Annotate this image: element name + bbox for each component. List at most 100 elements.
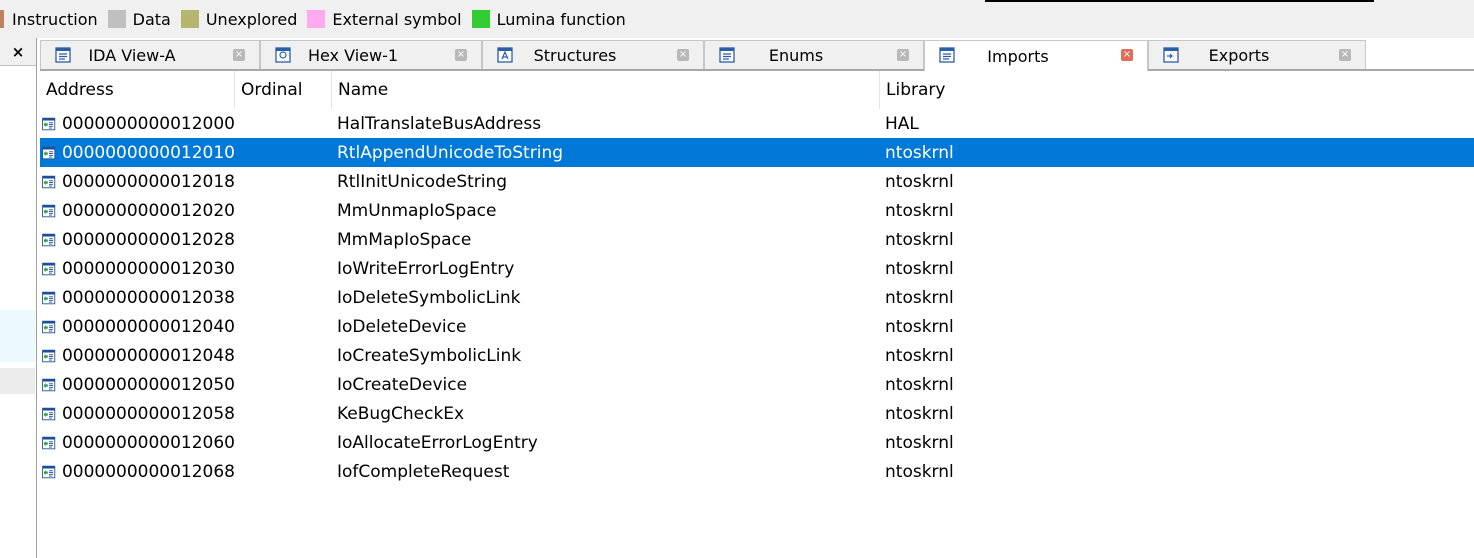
legend-label: External symbol bbox=[332, 9, 462, 29]
legend-item: Data bbox=[107, 9, 171, 29]
library-cell: ntoskrnl bbox=[885, 258, 954, 279]
table-header: Address Ordinal Name Library bbox=[40, 71, 1474, 109]
address-cell: 0000000000012018 bbox=[40, 170, 235, 194]
address-cell: 0000000000012048 bbox=[40, 344, 235, 368]
import-function-icon bbox=[42, 175, 56, 188]
name-cell: IofCompleteRequest bbox=[337, 461, 510, 482]
import-function-icon bbox=[42, 233, 56, 246]
name-cell: IoCreateSymbolicLink bbox=[337, 345, 522, 366]
tab-label: Enums bbox=[768, 45, 824, 65]
tab-bar: IDA View-A × Hex View-1 × Structures × Enums × I… bbox=[40, 40, 1474, 71]
address-text: 0000000000012058 bbox=[61, 403, 235, 424]
legend-item: Unexplored bbox=[180, 9, 298, 29]
legend-bar: Instruction Data Unexplored External symbol… bbox=[0, 0, 1474, 38]
import-function-icon bbox=[42, 146, 56, 159]
address-text: 0000000000012018 bbox=[61, 171, 235, 192]
library-cell: ntoskrnl bbox=[885, 345, 954, 366]
library-cell: HAL bbox=[885, 113, 919, 134]
address-text: 0000000000012050 bbox=[61, 374, 235, 395]
left-panel-selection bbox=[0, 368, 35, 394]
address-text: 0000000000012048 bbox=[61, 345, 235, 366]
address-text: 0000000000012030 bbox=[61, 258, 235, 279]
legend-swatch bbox=[307, 10, 326, 28]
address-text: 0000000000012068 bbox=[61, 461, 235, 482]
tab-close-icon[interactable]: × bbox=[1339, 49, 1351, 61]
address-text: 0000000000012000 bbox=[61, 113, 235, 134]
column-header-name[interactable]: Name bbox=[332, 71, 880, 109]
tab-exports[interactable]: Exports × bbox=[1148, 40, 1366, 69]
table-row[interactable]: 0000000000012048 IoCreateSymbolicLink ntos… bbox=[40, 341, 1474, 370]
table-row[interactable]: 0000000000012020 MmUnmapIoSpace ntoskrnl bbox=[40, 196, 1474, 225]
tab-close-icon[interactable]: × bbox=[455, 49, 467, 61]
address-cell: 0000000000012020 bbox=[40, 199, 235, 223]
library-cell: ntoskrnl bbox=[885, 374, 954, 395]
library-cell: ntoskrnl bbox=[885, 229, 954, 250]
legend-swatch bbox=[471, 10, 490, 28]
tab-close-icon[interactable]: × bbox=[1121, 49, 1133, 61]
legend-swatch bbox=[180, 10, 199, 28]
table-row[interactable]: 0000000000012018 RtlInitUnicodeString ntos… bbox=[40, 167, 1474, 196]
tab-structures[interactable]: Structures × bbox=[482, 40, 704, 69]
table-row[interactable]: 0000000000012058 KeBugCheckEx ntoskrnl bbox=[40, 399, 1474, 428]
tab-label: Exports bbox=[1208, 45, 1270, 65]
library-cell: ntoskrnl bbox=[885, 316, 954, 337]
window-edge-line bbox=[985, 0, 1374, 2]
name-cell: RtlAppendUnicodeToString bbox=[337, 142, 564, 163]
address-text: 0000000000012020 bbox=[61, 200, 235, 221]
address-text: 0000000000012060 bbox=[61, 432, 235, 453]
address-cell: 0000000000012038 bbox=[40, 286, 235, 310]
address-text: 0000000000012038 bbox=[61, 287, 235, 308]
library-cell: ntoskrnl bbox=[885, 287, 954, 308]
table-row[interactable]: 0000000000012040 IoDeleteDevice ntoskrnl bbox=[40, 312, 1474, 341]
import-function-icon bbox=[42, 117, 56, 130]
column-header-ordinal[interactable]: Ordinal bbox=[235, 71, 332, 109]
tab-enums[interactable]: Enums × bbox=[704, 40, 924, 69]
column-header-library[interactable]: Library bbox=[880, 71, 1180, 109]
import-function-icon bbox=[42, 465, 56, 478]
import-function-icon bbox=[42, 262, 56, 275]
import-function-icon bbox=[42, 407, 56, 420]
tab-close-icon[interactable]: × bbox=[897, 49, 909, 61]
import-function-icon bbox=[42, 378, 56, 391]
address-text: 0000000000012040 bbox=[61, 316, 235, 337]
left-panel: × bbox=[0, 38, 37, 558]
import-function-icon bbox=[42, 204, 56, 217]
table-row[interactable]: 0000000000012028 MmMapIoSpace ntoskrnl bbox=[40, 225, 1474, 254]
legend-swatch bbox=[0, 10, 4, 28]
legend: Instruction Data Unexplored External symbol… bbox=[0, 10, 636, 29]
table-row[interactable]: 0000000000012060 IoAllocateErrorLogEntry n… bbox=[40, 428, 1474, 457]
name-cell: IoDeleteSymbolicLink bbox=[337, 287, 521, 308]
table-row[interactable]: 0000000000012000 HalTranslateBusAddress HA… bbox=[40, 109, 1474, 138]
address-cell: 0000000000012050 bbox=[40, 373, 235, 397]
tab-label: Structures bbox=[533, 45, 617, 65]
column-header-address[interactable]: Address bbox=[40, 71, 235, 109]
tab-close-icon[interactable]: × bbox=[233, 49, 245, 61]
tab-ida-view-a[interactable]: IDA View-A × bbox=[40, 40, 260, 69]
import-function-icon bbox=[42, 349, 56, 362]
table-row[interactable]: 0000000000012010 RtlAppendUnicodeToString… bbox=[40, 138, 1474, 167]
legend-item: Lumina function bbox=[471, 10, 626, 29]
tab-hex-view-1[interactable]: Hex View-1 × bbox=[260, 40, 482, 69]
tab-imports[interactable]: Imports × bbox=[924, 40, 1148, 71]
address-cell: 0000000000012030 bbox=[40, 257, 235, 281]
tab-close-icon[interactable]: × bbox=[677, 49, 689, 61]
library-cell: ntoskrnl bbox=[885, 200, 954, 221]
name-cell: KeBugCheckEx bbox=[337, 403, 465, 424]
import-function-icon bbox=[42, 320, 56, 333]
table-row[interactable]: 0000000000012030 IoWriteErrorLogEntry ntos… bbox=[40, 254, 1474, 283]
left-panel-highlight bbox=[0, 310, 35, 362]
table-row[interactable]: 0000000000012068 IofCompleteRequest ntoskr… bbox=[40, 457, 1474, 486]
legend-label: Data bbox=[132, 9, 171, 29]
imports-table[interactable]: Address Ordinal Name Library 00000000000… bbox=[40, 71, 1474, 558]
left-panel-close-button[interactable]: × bbox=[0, 38, 36, 66]
legend-label: Unexplored bbox=[205, 9, 298, 29]
name-cell: MmUnmapIoSpace bbox=[337, 200, 497, 221]
table-row[interactable]: 0000000000012038 IoDeleteSymbolicLink ntos… bbox=[40, 283, 1474, 312]
library-cell: ntoskrnl bbox=[885, 432, 954, 453]
tab-label: Imports bbox=[987, 46, 1049, 66]
library-cell: ntoskrnl bbox=[885, 171, 954, 192]
table-row[interactable]: 0000000000012050 IoCreateDevice ntoskrnl bbox=[40, 370, 1474, 399]
library-cell: ntoskrnl bbox=[885, 403, 954, 424]
address-cell: 0000000000012010 bbox=[40, 141, 235, 165]
address-text: 0000000000012028 bbox=[61, 229, 235, 250]
